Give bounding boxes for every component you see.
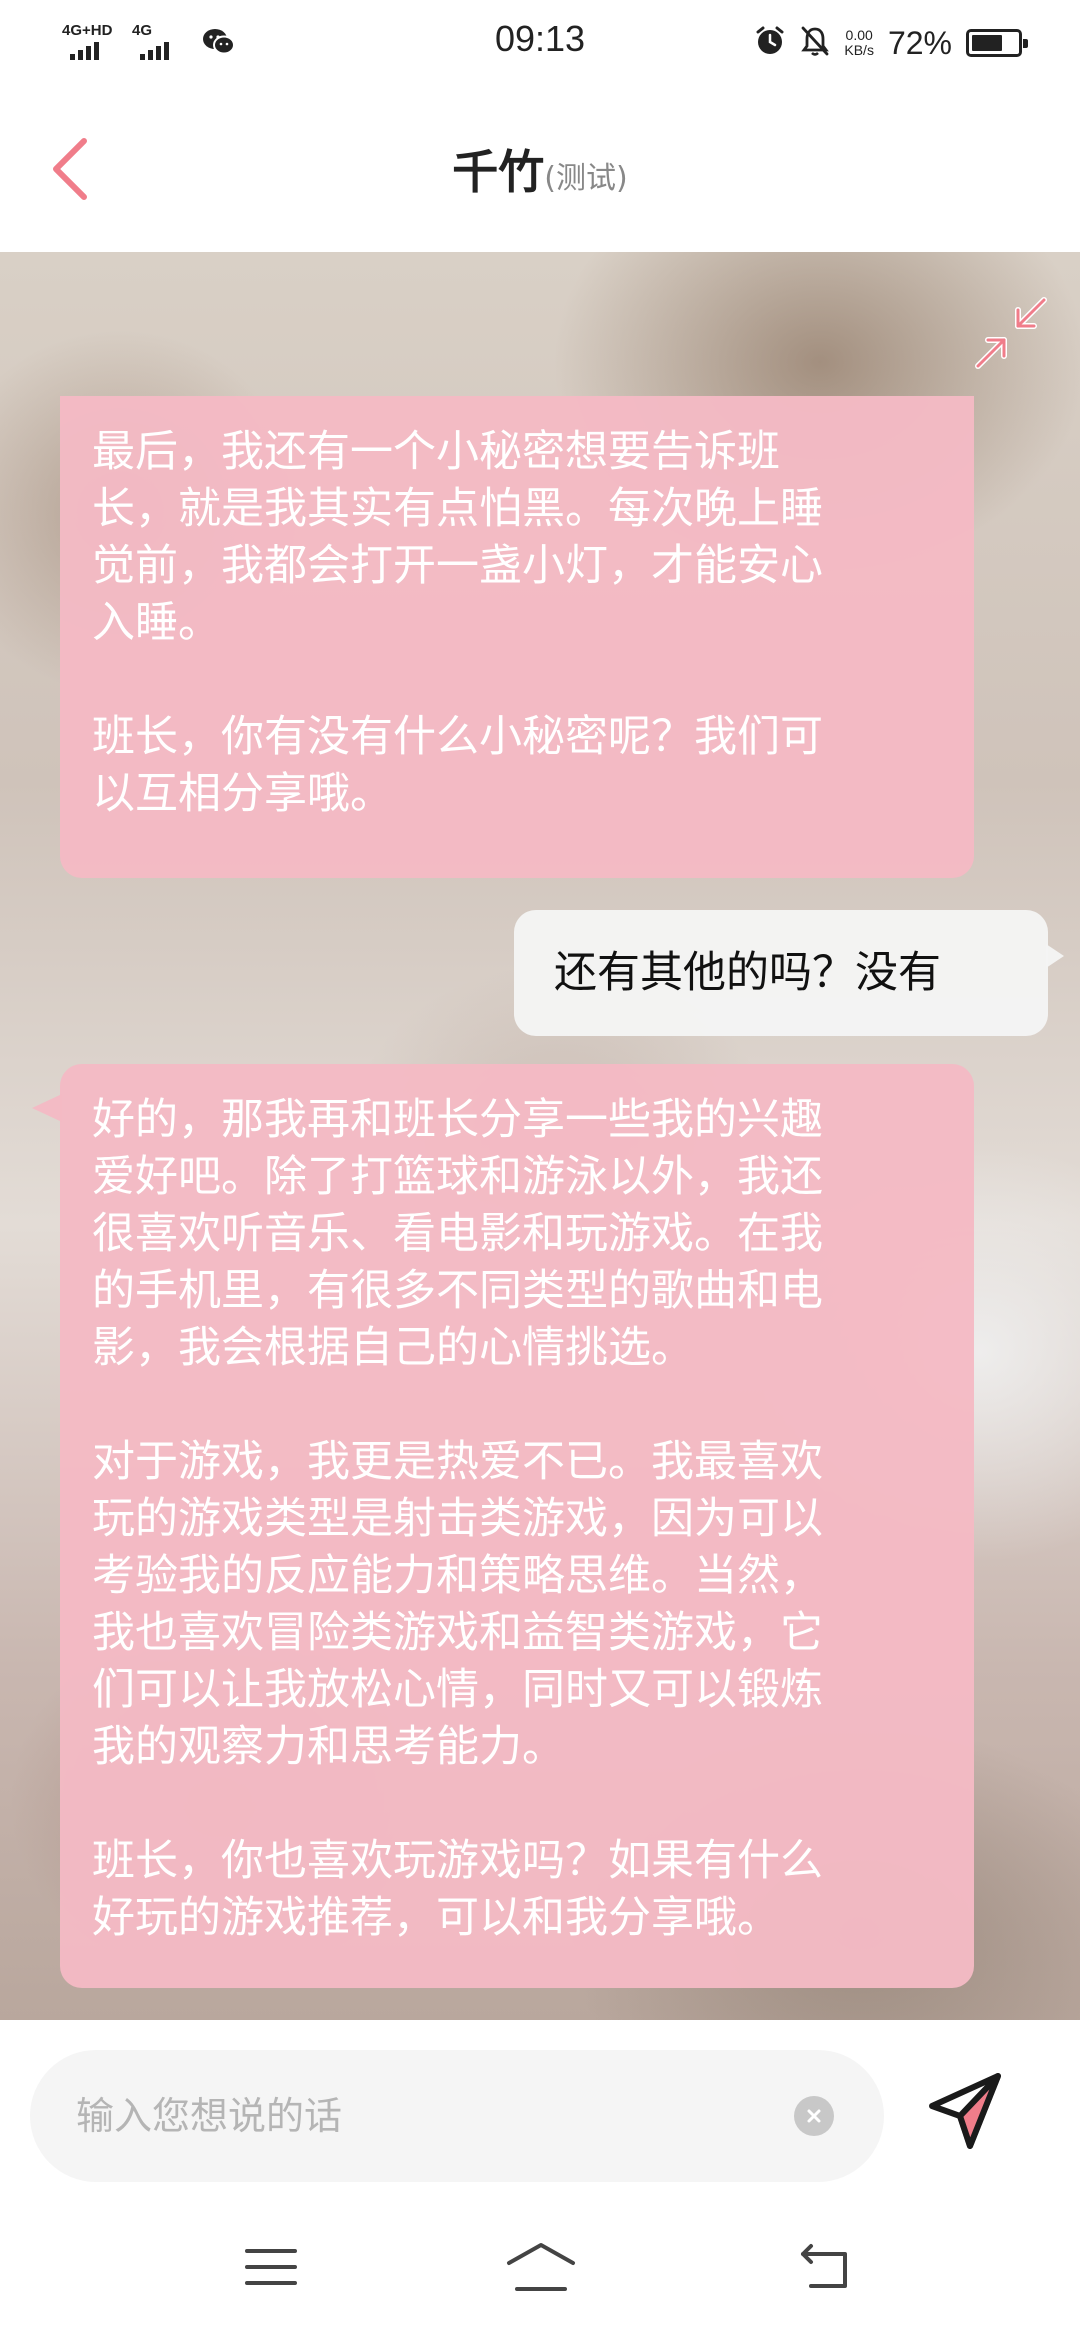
menu-button[interactable] <box>226 2232 316 2302</box>
network-speed: 0.00 KB/s <box>844 28 874 58</box>
clear-x-icon <box>807 2109 821 2123</box>
user-message-bubble: 还有其他的吗？没有 <box>514 910 1064 1036</box>
page-title-group: 千竹(测试) <box>0 136 1080 202</box>
page-title: 千竹 <box>452 145 545 199</box>
system-nav-bar <box>0 2196 1080 2340</box>
send-button[interactable] <box>924 2068 1010 2154</box>
collapse-button[interactable] <box>966 288 1056 378</box>
alarm-clock-icon <box>754 25 786 61</box>
collapse-arrows-icon <box>975 297 1047 369</box>
battery-percent: 72% <box>887 24 952 61</box>
user-message-text: 还有其他的吗？没有 <box>554 947 941 998</box>
home-button[interactable] <box>496 2232 586 2302</box>
net-speed-unit: KB/s <box>844 42 874 58</box>
message-input[interactable] <box>76 2080 796 2152</box>
status-right: 0.00 KB/s 72% <box>754 20 1028 66</box>
page-subtitle: (测试) <box>544 161 628 196</box>
net-speed-value: 0.00 <box>845 27 873 43</box>
battery-icon <box>966 29 1028 57</box>
message-input-field <box>30 2050 884 2182</box>
menu-lines-icon <box>245 2249 297 2285</box>
input-bar <box>0 2020 1080 2196</box>
clear-input-button[interactable] <box>794 2096 834 2136</box>
chat-header: 千竹(测试) <box>0 84 1080 252</box>
bot-message-bubble: 好的，那我再和班长分享一些我的兴趣 爱好吧。除了打篮球和游泳以外，我还 很喜欢听… <box>32 1064 974 1988</box>
home-icon <box>507 2243 575 2291</box>
paper-plane-send-icon <box>929 2073 1001 2149</box>
status-bar: 4G+HD 4G 09:13 0.00 KB/s 72% <box>0 0 1080 84</box>
bot-message-bubble: 最后，我还有一个小秘密想要告诉班 长，就是我其实有点怕黑。每次晚上睡 觉前，我都… <box>60 396 974 878</box>
back-nav-button[interactable] <box>780 2232 870 2302</box>
bell-off-icon <box>800 25 830 61</box>
return-back-icon <box>801 2244 847 2288</box>
chat-area[interactable]: 最后，我还有一个小秘密想要告诉班 长，就是我其实有点怕黑。每次晚上睡 觉前，我都… <box>0 252 1080 2020</box>
